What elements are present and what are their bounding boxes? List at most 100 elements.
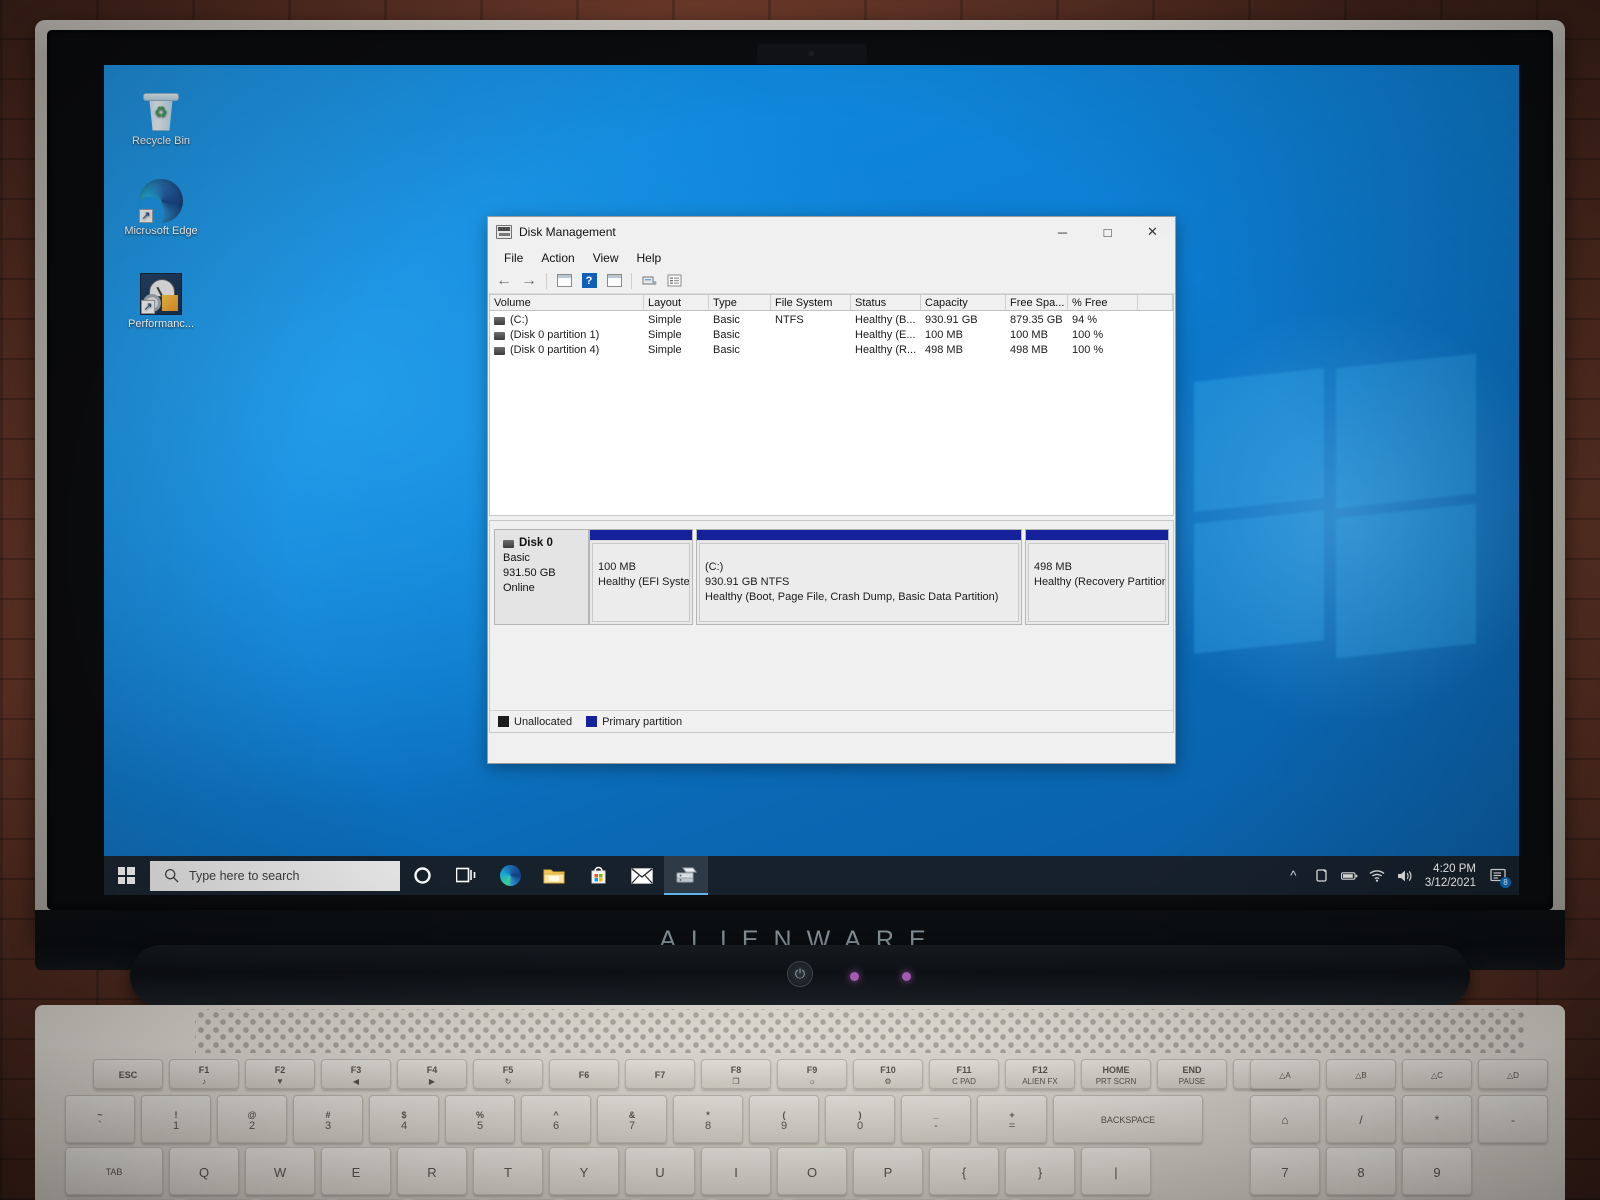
menu-item-action[interactable]: Action bbox=[533, 249, 582, 267]
table-row[interactable]: (Disk 0 partition 4) Simple Basic Health… bbox=[490, 343, 1173, 358]
key-3[interactable]: #3 bbox=[293, 1095, 363, 1143]
key-y[interactable]: Y bbox=[549, 1147, 619, 1195]
key-f2[interactable]: F2 ▼ bbox=[245, 1059, 315, 1089]
partition-c[interactable]: (C:) 930.91 GB NTFS Healthy (Boot, Page … bbox=[696, 529, 1022, 625]
key-f11[interactable]: F11 C PAD bbox=[929, 1059, 999, 1089]
close-button[interactable]: ✕ bbox=[1130, 217, 1175, 247]
key-esc[interactable]: ESC bbox=[93, 1059, 163, 1089]
key-macro-d[interactable]: △D bbox=[1478, 1059, 1548, 1089]
key-home[interactable]: HOME PRT SCRN bbox=[1081, 1059, 1151, 1089]
minimize-button[interactable]: ─ bbox=[1040, 217, 1085, 247]
key-q[interactable]: Q bbox=[169, 1147, 239, 1195]
column-header-type[interactable]: Type bbox=[709, 295, 771, 310]
column-header-percent-free[interactable]: % Free bbox=[1068, 295, 1138, 310]
key-backspace[interactable]: BACKSPACE bbox=[1053, 1095, 1203, 1143]
menu-item-view[interactable]: View bbox=[585, 249, 627, 267]
table-row[interactable]: (Disk 0 partition 1) Simple Basic Health… bbox=[490, 328, 1173, 343]
search-input[interactable]: Type here to search bbox=[150, 860, 400, 891]
key-4[interactable]: $4 bbox=[369, 1095, 439, 1143]
column-header-volume[interactable]: Volume bbox=[490, 295, 644, 310]
show-hide-console-tree-icon[interactable] bbox=[553, 271, 575, 291]
desktop-icon-performance-monitor[interactable]: ↗ Performanc... bbox=[116, 270, 206, 331]
key-0[interactable]: ) 0 bbox=[825, 1095, 895, 1143]
key-end[interactable]: END PAUSE bbox=[1157, 1059, 1227, 1089]
volume-list[interactable]: Volume Layout Type File System Status Ca… bbox=[489, 294, 1174, 516]
key-macro-a[interactable]: △A bbox=[1250, 1059, 1320, 1089]
cortana-icon[interactable] bbox=[400, 856, 444, 895]
key-f5[interactable]: F5 ↻ bbox=[473, 1059, 543, 1089]
key-bracket-right[interactable]: } bbox=[1005, 1147, 1075, 1195]
key-2[interactable]: @2 bbox=[217, 1095, 287, 1143]
key-f9[interactable]: F9 ☼ bbox=[777, 1059, 847, 1089]
properties-icon[interactable] bbox=[638, 271, 660, 291]
key-numpad-8[interactable]: 8 bbox=[1326, 1147, 1396, 1195]
key-r[interactable]: R bbox=[397, 1147, 467, 1195]
column-header-status[interactable]: Status bbox=[851, 295, 921, 310]
action-center-icon[interactable]: 8 bbox=[1487, 865, 1511, 888]
key-u[interactable]: U bbox=[625, 1147, 695, 1195]
key-5[interactable]: % 5 bbox=[445, 1095, 515, 1143]
wifi-icon[interactable] bbox=[1369, 867, 1386, 884]
disk-management-taskbar-icon[interactable] bbox=[664, 856, 708, 895]
battery-icon[interactable] bbox=[1340, 867, 1358, 884]
disk-management-window[interactable]: Disk Management ─ □ ✕ File Action View H… bbox=[487, 216, 1176, 764]
key-equals[interactable]: + = bbox=[977, 1095, 1047, 1143]
key-bracket-left[interactable]: { bbox=[929, 1147, 999, 1195]
key-f1[interactable]: F1 ♪ bbox=[169, 1059, 239, 1089]
key-macro-b[interactable]: △B bbox=[1326, 1059, 1396, 1089]
start-button[interactable] bbox=[104, 856, 148, 895]
key-f3[interactable]: F3 ◀ bbox=[321, 1059, 391, 1089]
key-t[interactable]: T bbox=[473, 1147, 543, 1195]
desktop-icon-microsoft-edge[interactable]: ↗ Microsoft Edge bbox=[116, 177, 206, 238]
rescan-disks-icon[interactable] bbox=[663, 271, 685, 291]
key-numpad-minus[interactable]: - bbox=[1478, 1095, 1548, 1143]
help-icon[interactable]: ? bbox=[578, 271, 600, 291]
key-numlock[interactable]: ⌂ bbox=[1250, 1095, 1320, 1143]
task-view-icon[interactable] bbox=[444, 856, 488, 895]
key-minus[interactable]: _ - bbox=[901, 1095, 971, 1143]
maximize-button[interactable]: □ bbox=[1085, 217, 1130, 247]
table-row[interactable]: (C:) Simple Basic NTFS Healthy (B... 930… bbox=[490, 313, 1173, 328]
key-9[interactable]: (9 bbox=[749, 1095, 819, 1143]
key-backslash[interactable]: | bbox=[1081, 1147, 1151, 1195]
volume-icon[interactable] bbox=[1397, 867, 1414, 884]
key-e[interactable]: E bbox=[321, 1147, 391, 1195]
key-f10[interactable]: F10 ⚙ bbox=[853, 1059, 923, 1089]
column-header-capacity[interactable]: Capacity bbox=[921, 295, 1006, 310]
back-icon[interactable]: ← bbox=[493, 271, 515, 291]
forward-icon[interactable]: → bbox=[518, 271, 540, 291]
disk-info-panel[interactable]: Disk 0 Basic 931.50 GB Online bbox=[494, 529, 589, 625]
column-header-extra[interactable] bbox=[1138, 295, 1173, 310]
key-numpad-9[interactable]: 9 bbox=[1402, 1147, 1472, 1195]
key-w[interactable]: W bbox=[245, 1147, 315, 1195]
key-f8[interactable]: F8 ❐ bbox=[701, 1059, 771, 1089]
show-hidden-icons-icon[interactable]: ^ bbox=[1285, 867, 1302, 884]
menu-item-file[interactable]: File bbox=[496, 249, 531, 267]
key-tab[interactable]: TAB bbox=[65, 1147, 163, 1195]
partition-recovery[interactable]: 498 MB Healthy (Recovery Partition) bbox=[1025, 529, 1169, 625]
graphical-view[interactable]: Disk 0 Basic 931.50 GB Online 100 MB Hea… bbox=[489, 520, 1174, 733]
key-f7[interactable]: F7 bbox=[625, 1059, 695, 1089]
key-i[interactable]: I bbox=[701, 1147, 771, 1195]
key-backtick[interactable]: ~ ` bbox=[65, 1095, 135, 1143]
desktop-icon-recycle-bin[interactable]: ♻ Recycle Bin bbox=[116, 87, 206, 148]
show-hide-action-pane-icon[interactable] bbox=[603, 271, 625, 291]
key-macro-c[interactable]: △C bbox=[1402, 1059, 1472, 1089]
key-numpad-multiply[interactable]: * bbox=[1402, 1095, 1472, 1143]
window-title-bar[interactable]: Disk Management ─ □ ✕ bbox=[488, 217, 1175, 247]
key-8[interactable]: * 8 bbox=[673, 1095, 743, 1143]
edge-taskbar-icon[interactable] bbox=[488, 856, 532, 895]
key-f4[interactable]: F4 ▶ bbox=[397, 1059, 467, 1089]
key-6[interactable]: ^ 6 bbox=[521, 1095, 591, 1143]
partition-efi[interactable]: 100 MB Healthy (EFI System bbox=[589, 529, 693, 625]
key-p[interactable]: P bbox=[853, 1147, 923, 1195]
column-header-file-system[interactable]: File System bbox=[771, 295, 851, 310]
key-f6[interactable]: F6 bbox=[549, 1059, 619, 1089]
column-header-free-space[interactable]: Free Spa... bbox=[1006, 295, 1068, 310]
microsoft-store-icon[interactable] bbox=[576, 856, 620, 895]
mail-icon[interactable] bbox=[620, 856, 664, 895]
file-explorer-icon[interactable] bbox=[532, 856, 576, 895]
menu-item-help[interactable]: Help bbox=[629, 249, 670, 267]
key-o[interactable]: O bbox=[777, 1147, 847, 1195]
key-7[interactable]: & 7 bbox=[597, 1095, 667, 1143]
